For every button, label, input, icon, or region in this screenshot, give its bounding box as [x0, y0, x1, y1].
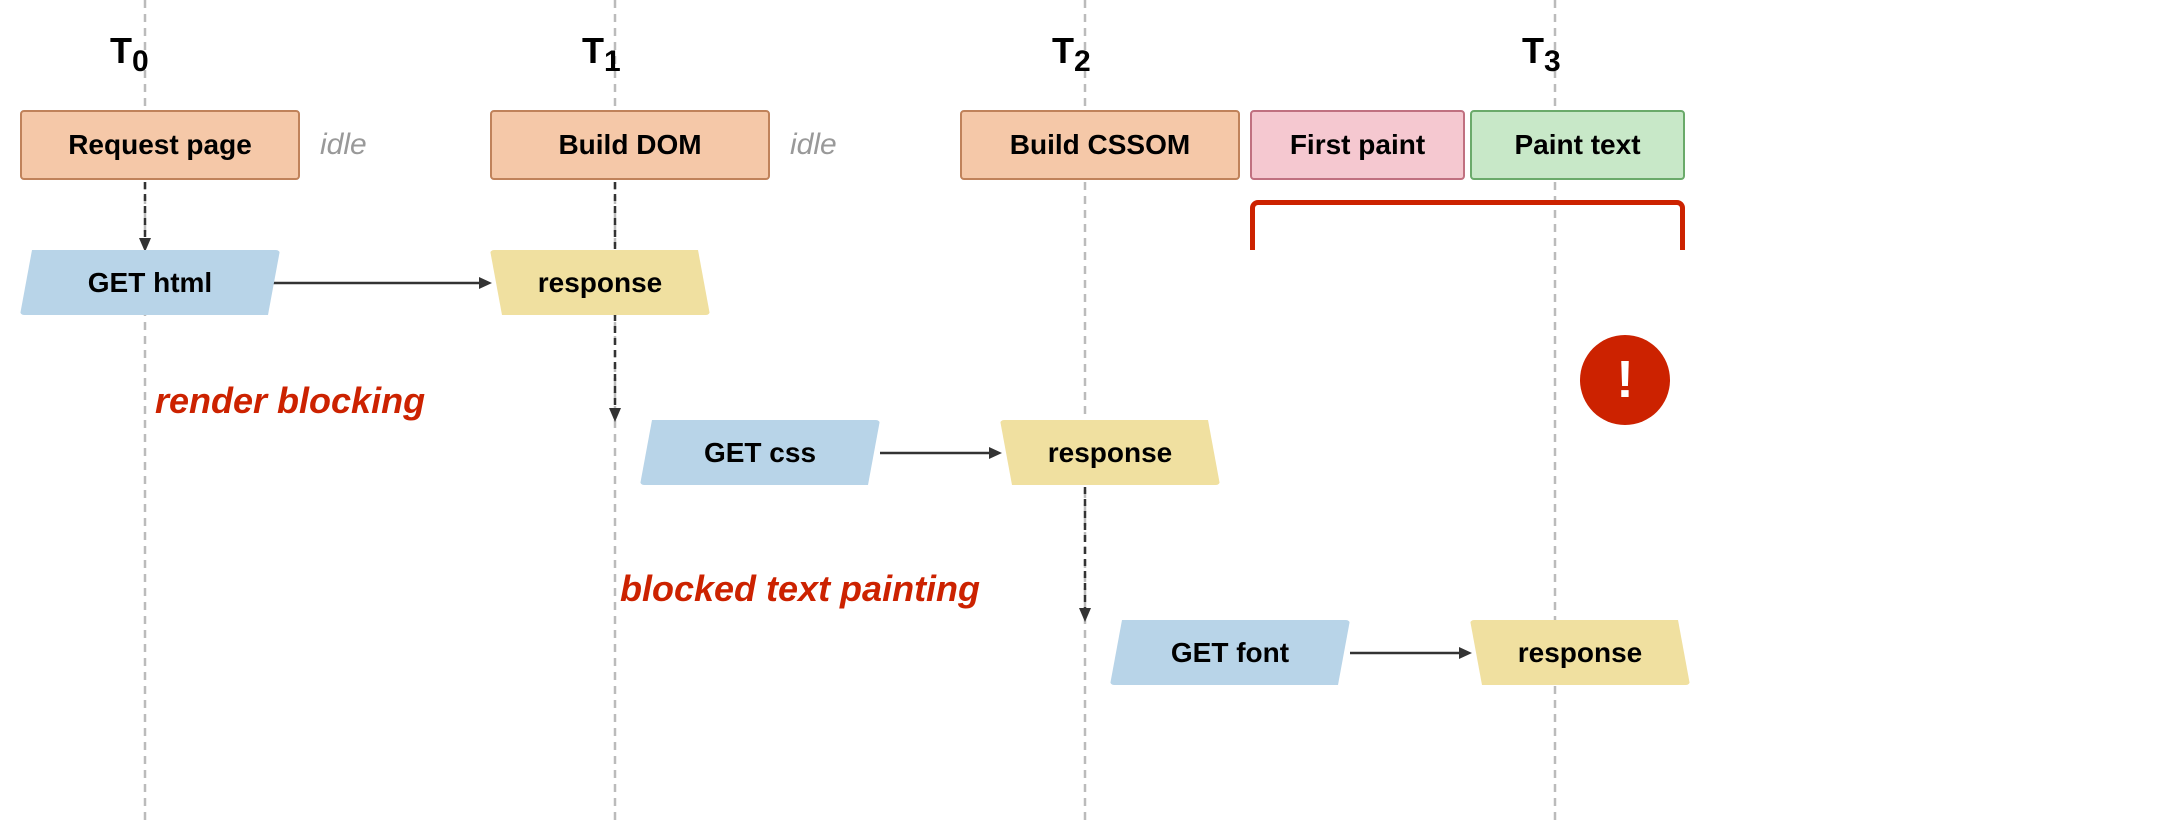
get-font-box: GET font — [1110, 620, 1350, 685]
response-font-box: response — [1470, 620, 1690, 685]
request-page-box: Request page — [20, 110, 300, 180]
error-icon: ! — [1580, 335, 1670, 425]
get-html-box: GET html — [20, 250, 280, 315]
get-css-box: GET css — [640, 420, 880, 485]
first-paint-box: First paint — [1250, 110, 1465, 180]
build-dom-box: Build DOM — [490, 110, 770, 180]
diagram: T0 T1 T2 T3 Request page idle Build DOM … — [0, 0, 2177, 824]
idle2-label: idle — [790, 128, 837, 162]
blocked-text-label: blocked text painting — [620, 568, 980, 610]
response-css-box: response — [1000, 420, 1220, 485]
t3-label: T3 — [1522, 30, 1561, 79]
build-cssom-box: Build CSSOM — [960, 110, 1240, 180]
paint-text-box: Paint text — [1470, 110, 1685, 180]
t1-label: T1 — [582, 30, 621, 79]
t2-label: T2 — [1052, 30, 1091, 79]
render-blocking-label: render blocking — [155, 380, 425, 422]
red-bracket — [1250, 200, 1685, 250]
response-html-box: response — [490, 250, 710, 315]
idle1-label: idle — [320, 128, 367, 162]
t0-label: T0 — [110, 30, 149, 79]
